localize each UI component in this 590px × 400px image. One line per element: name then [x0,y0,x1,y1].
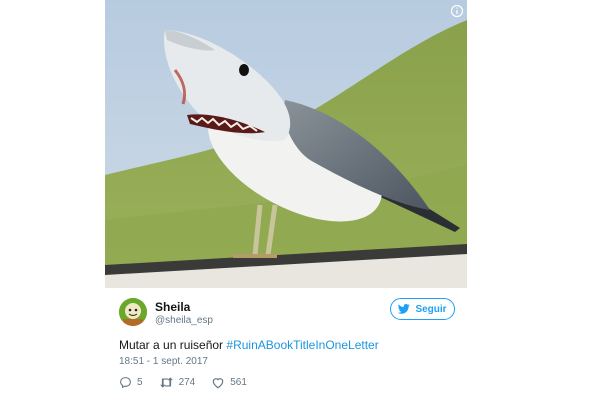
tweet-header: Sheila @sheila_esp Seguir [119,298,455,328]
like-action[interactable]: 561 [211,376,247,389]
follow-button[interactable]: Seguir [390,298,455,320]
avatar-image [119,298,147,326]
follow-label: Seguir [415,303,447,315]
retweet-count: 274 [178,376,196,388]
reply-count: 5 [137,376,143,388]
hashtag-link[interactable]: #RuinABookTitleInOneLetter [226,338,378,352]
retweet-action[interactable]: 274 [159,376,196,389]
timestamp[interactable]: 18:51 - 1 sept. 2017 [119,356,208,367]
twitter-bird-icon [398,304,411,314]
tweet-body: Mutar a un ruiseñor [119,338,224,352]
user-name[interactable]: Sheila [155,300,190,314]
reply-icon [120,376,131,388]
tweet-text: Mutar a un ruiseñor #RuinABookTitleInOne… [119,338,379,352]
tweet-actions: 5 274 561 [119,374,247,390]
retweet-icon [159,376,173,388]
tweet-card: Sheila @sheila_esp Seguir Mutar a un rui… [105,0,467,400]
user-handle[interactable]: @sheila_esp [155,315,213,326]
shark-gull-image [105,0,467,288]
reply-action[interactable]: 5 [119,376,143,389]
tweet-photo[interactable] [105,0,467,288]
heart-icon [212,377,224,388]
like-count: 561 [230,376,247,388]
avatar[interactable] [119,298,147,326]
